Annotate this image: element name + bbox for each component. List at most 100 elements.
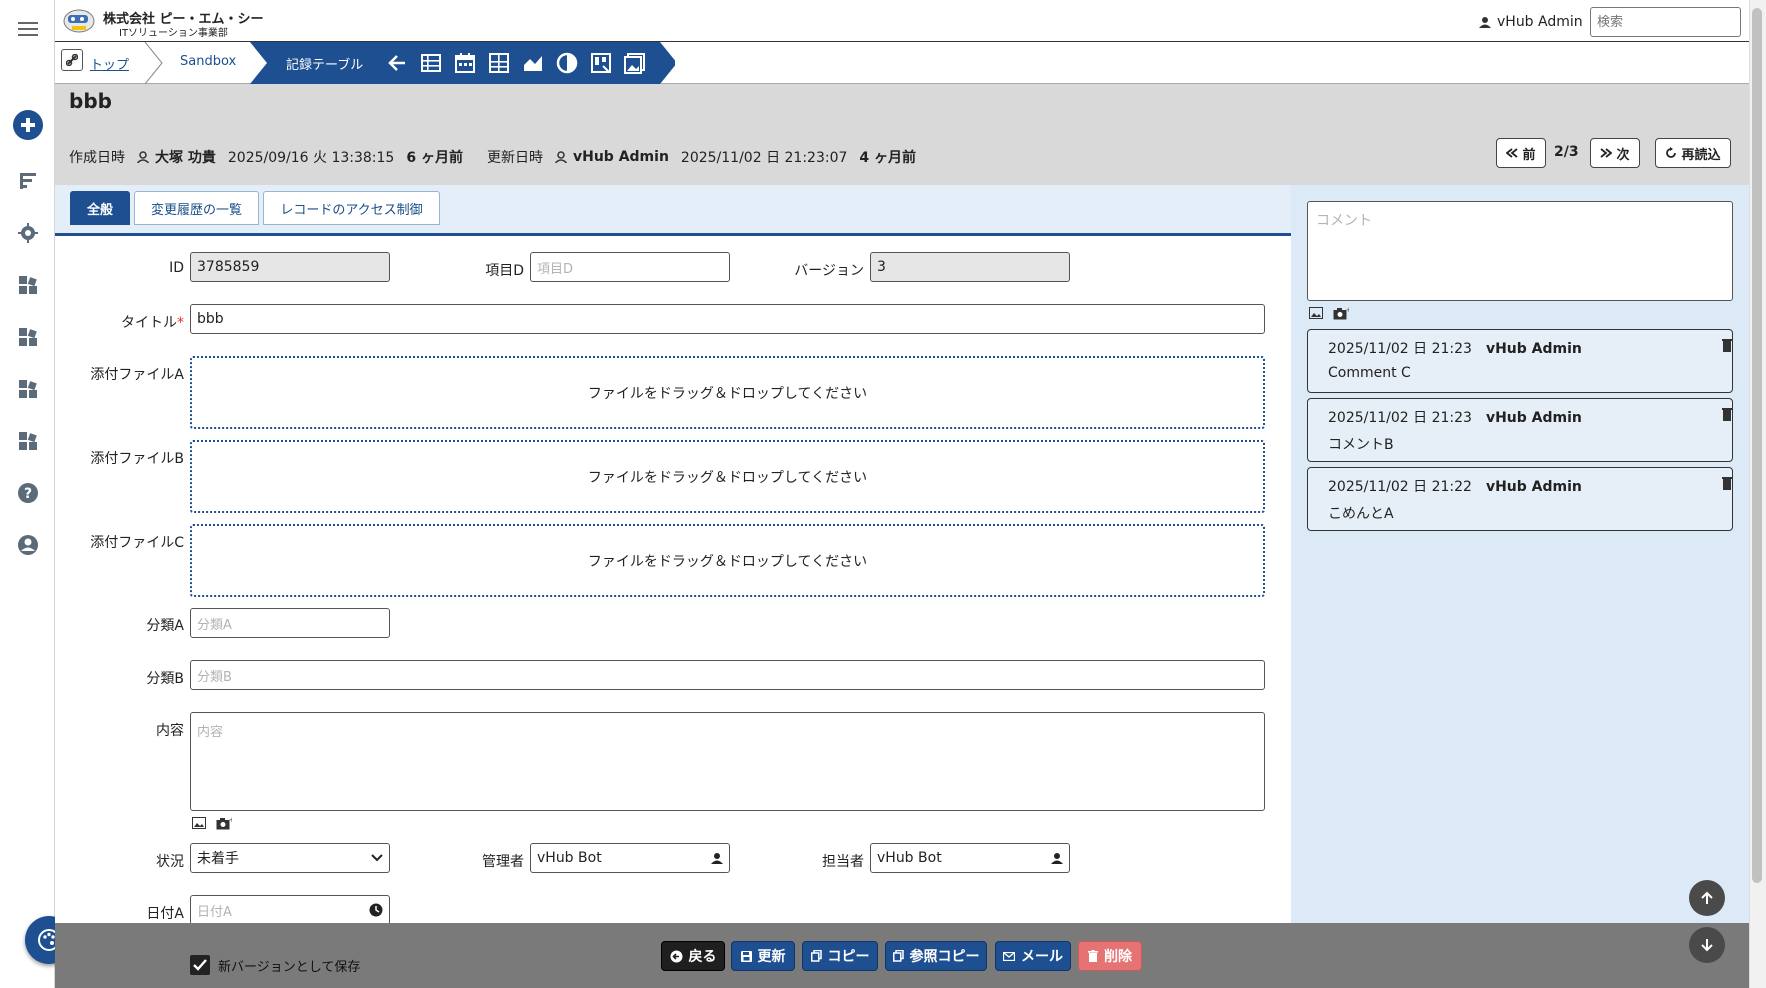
save-version-option[interactable]: 新バージョンとして保存 (190, 955, 360, 975)
svg-text:?: ? (24, 486, 32, 502)
attachment-a-dropzone[interactable]: ファイルをドラッグ＆ドロップしてください (190, 356, 1265, 429)
title-input[interactable]: bbb (190, 304, 1265, 334)
image-gallery-icon[interactable] (623, 51, 647, 75)
comment-user[interactable]: vHub Admin (1486, 410, 1582, 426)
date-a-input[interactable]: 日付A (190, 895, 390, 925)
sort-list-icon[interactable] (12, 165, 44, 197)
created-by[interactable]: 大塚 功貴 (155, 147, 216, 167)
image-icon[interactable] (1309, 307, 1323, 319)
add-icon[interactable] (12, 109, 44, 141)
view-switcher (385, 51, 647, 75)
pie-chart-icon[interactable] (555, 51, 579, 75)
comment-text: Comment C (1328, 365, 1411, 381)
content-placeholder: 内容 (197, 725, 224, 740)
breadcrumb-sandbox-link[interactable]: Sandbox (180, 54, 236, 69)
link-icon[interactable] (61, 49, 83, 71)
owner-value: vHub Bot (877, 850, 942, 866)
list-view-icon[interactable] (419, 51, 443, 75)
content-textarea[interactable]: 内容 (190, 712, 1265, 811)
user-picker-icon[interactable] (711, 852, 723, 864)
back-arrow-icon[interactable] (385, 51, 409, 75)
user-icon (1479, 17, 1491, 28)
delete-comment-icon[interactable] (1722, 338, 1732, 352)
dashboard-icon[interactable] (12, 321, 44, 353)
date-a-placeholder: 日付A (197, 904, 232, 920)
kanban-view-icon[interactable] (589, 51, 613, 75)
owner-field[interactable]: vHub Bot (870, 843, 1070, 873)
status-select[interactable]: 未着手 (190, 843, 390, 873)
prev-label: 前 (1522, 147, 1536, 163)
user-icon (555, 151, 567, 163)
user-picker-icon[interactable] (1051, 852, 1063, 864)
checkbox-checked-icon[interactable] (190, 955, 210, 975)
camera-icon[interactable]: + (1333, 307, 1349, 320)
next-record-button[interactable]: 次 (1590, 138, 1640, 168)
tab-general[interactable]: 全般 (70, 191, 130, 225)
gear-icon[interactable] (12, 217, 44, 249)
delete-comment-icon[interactable] (1722, 476, 1732, 490)
comment-item: 2025/11/02 日 21:22 vHub Admin こめんとA (1307, 467, 1733, 531)
copy-label: コピー (827, 949, 870, 965)
calendar-view-icon[interactable] (453, 51, 477, 75)
attachment-c-dropzone[interactable]: ファイルをドラッグ＆ドロップしてください (190, 524, 1265, 597)
prev-record-button[interactable]: 前 (1496, 138, 1546, 168)
left-rail: ? (0, 0, 73, 988)
image-icon[interactable] (192, 817, 206, 829)
manager-field[interactable]: vHub Bot (530, 843, 730, 873)
reference-copy-button[interactable]: 参照コピー (885, 941, 987, 971)
comment-user[interactable]: vHub Admin (1486, 479, 1582, 495)
copy-button[interactable]: コピー (802, 941, 878, 971)
area-chart-icon[interactable] (521, 51, 545, 75)
updated-ago: 4 ヶ月前 (859, 150, 917, 166)
grid-view-icon[interactable] (487, 51, 511, 75)
attachment-b-label: 添付ファイルB (90, 451, 184, 467)
reload-button[interactable]: 再読込 (1655, 138, 1731, 168)
mail-button[interactable]: メール (995, 941, 1071, 971)
comment-input[interactable]: コメント (1307, 201, 1733, 301)
updated-by[interactable]: vHub Admin (573, 149, 669, 165)
scroll-top-button[interactable] (1689, 880, 1725, 916)
dashboard-icon[interactable] (12, 269, 44, 301)
breadcrumb-top-link[interactable]: トップ (90, 54, 129, 73)
content-label: 内容 (156, 723, 184, 739)
scroll-bottom-button[interactable] (1689, 927, 1725, 963)
delete-button[interactable]: 削除 (1078, 941, 1142, 971)
class-a-input[interactable]: 分類A (190, 608, 390, 638)
comment-user[interactable]: vHub Admin (1486, 341, 1582, 357)
version-label: バージョン (794, 263, 864, 279)
page-scrollbar-thumb[interactable] (1752, 8, 1762, 883)
camera-icon[interactable]: + (216, 817, 232, 830)
copy-icon (810, 950, 822, 962)
id-value: 3785859 (197, 259, 260, 275)
user-menu[interactable]: vHub Admin (1479, 14, 1583, 30)
tab-history[interactable]: 変更履歴の一覧 (134, 191, 259, 225)
update-button[interactable]: 更新 (731, 941, 795, 971)
double-left-arrow-icon (1506, 148, 1519, 158)
company-logo-icon[interactable] (63, 5, 95, 37)
attachment-b-dropzone[interactable]: ファイルをドラッグ＆ドロップしてください (190, 440, 1265, 513)
tab-access-control[interactable]: レコードのアクセス制御 (263, 191, 440, 225)
title-label: タイトル* (100, 312, 184, 332)
help-icon[interactable]: ? (12, 477, 44, 509)
dashboard-icon[interactable] (12, 425, 44, 457)
trash-icon (1088, 950, 1098, 962)
dashboard-icon[interactable] (12, 373, 44, 405)
id-field: 3785859 (190, 252, 390, 282)
hamburger-menu-icon[interactable] (12, 13, 44, 45)
record-title: bbb (69, 89, 112, 113)
back-button[interactable]: 戻る (661, 941, 725, 971)
class-b-input[interactable]: 分類B (190, 660, 1265, 690)
comment-time: 2025/11/02 日 21:23 (1328, 341, 1472, 357)
svg-text:+: + (1346, 307, 1349, 314)
breadcrumb-table-label[interactable]: 記録テーブル (286, 54, 363, 73)
user-name: vHub Admin (1497, 14, 1583, 30)
attachment-a-label: 添付ファイルA (90, 367, 184, 383)
delete-comment-icon[interactable] (1722, 407, 1732, 421)
search-input[interactable] (1590, 7, 1741, 37)
clock-icon[interactable] (369, 903, 383, 917)
content-attach-tools: + (192, 817, 232, 830)
itemd-input[interactable]: 項目D (530, 252, 730, 282)
account-icon[interactable] (12, 529, 44, 561)
updated-info: 更新日時 vHub Admin 2025/11/02 日 21:23:07 4 … (487, 147, 916, 167)
version-value: 3 (877, 259, 886, 275)
